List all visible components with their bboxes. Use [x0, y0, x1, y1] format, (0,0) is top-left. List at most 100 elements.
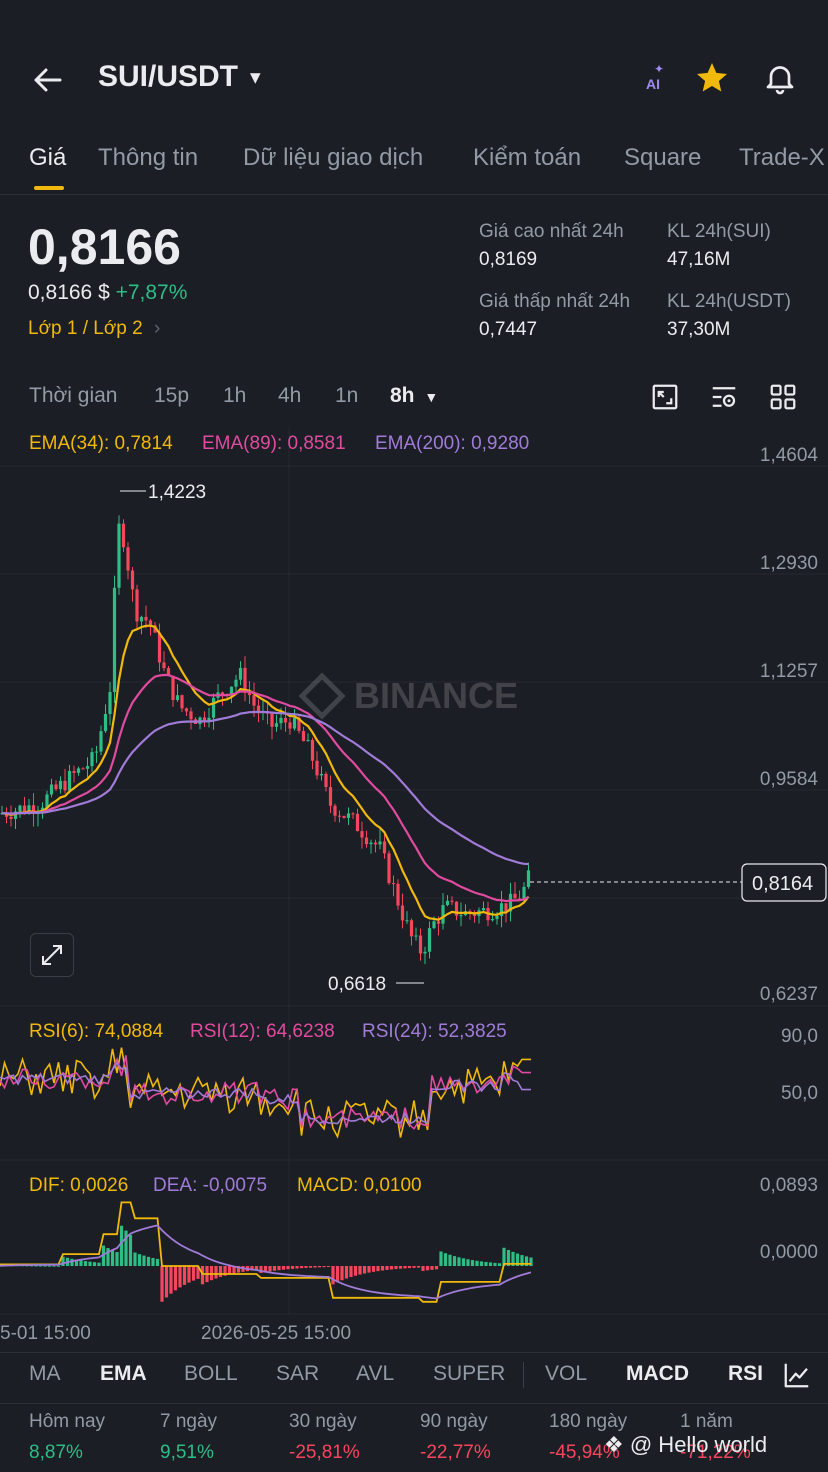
macd-histogram-bar [115, 1252, 119, 1266]
macd-histogram-bar [394, 1266, 398, 1270]
rsi-axis-90: 90,0 [781, 1026, 818, 1047]
candle-body [513, 893, 517, 899]
performance-value: 9,51% [160, 1442, 214, 1463]
ema34-label[interactable]: EMA(34): 0,7814 [29, 433, 173, 455]
macd-histogram-bar [88, 1261, 92, 1266]
macd-histogram-bar [488, 1262, 493, 1266]
ema-lines-group [1, 624, 530, 921]
candle-body [283, 717, 288, 723]
candle-body [324, 773, 328, 788]
macd-label[interactable]: MACD: 0,0100 [297, 1175, 422, 1197]
candle-body [436, 921, 441, 924]
price-axis-5: 0,6237 [759, 984, 818, 1005]
candle-body [180, 695, 184, 709]
macd-histogram-bar [443, 1253, 448, 1266]
candle-body [288, 722, 292, 729]
macd-histogram-bar [317, 1266, 322, 1268]
candle-body [99, 731, 103, 752]
macd-histogram-bar [79, 1260, 83, 1266]
candle-body [211, 697, 216, 718]
macd-histogram-bar [286, 1266, 290, 1270]
candle-body [378, 841, 382, 845]
candle-body [400, 905, 405, 921]
candle-body [54, 784, 58, 790]
indicator-tab-rsi[interactable]: RSI [728, 1362, 763, 1386]
macd-histogram-bar [277, 1266, 281, 1271]
candle-body [121, 523, 126, 548]
macd-histogram-bar [389, 1266, 394, 1270]
macd-histogram-bar [268, 1266, 272, 1272]
macd-histogram-bar [380, 1266, 385, 1271]
macd-histogram-bar [128, 1234, 133, 1266]
dea-label[interactable]: DEA: -0,0075 [153, 1175, 267, 1197]
indicator-settings-button[interactable] [782, 1360, 812, 1395]
macd-histogram-bar [349, 1266, 353, 1278]
macd-histogram-bar [439, 1251, 443, 1266]
binance-square-icon: ❖ [604, 1432, 624, 1457]
candle-body [112, 587, 117, 693]
macd-histogram-bar [403, 1266, 407, 1269]
macd-histogram-bar [313, 1266, 317, 1268]
macd-histogram-bar [119, 1225, 124, 1266]
macd-histogram-bar [272, 1266, 277, 1271]
macd-histogram-bar [56, 1265, 61, 1267]
performance-label: 7 ngày [160, 1411, 218, 1432]
macd-histogram-bar [151, 1257, 155, 1266]
candle-body [346, 813, 351, 818]
candle-body [292, 717, 297, 729]
macd-histogram-bar [457, 1257, 461, 1266]
macd-histogram-bar [200, 1266, 205, 1285]
indicator-tab-macd[interactable]: MACD [626, 1362, 689, 1386]
expand-chart-button[interactable] [30, 933, 74, 977]
indicator-tab-super[interactable]: SUPER [433, 1362, 505, 1386]
macd-histogram-bar [146, 1256, 151, 1266]
performance-label: Hôm nay [29, 1411, 106, 1432]
macd-histogram-bar [407, 1266, 412, 1269]
macd-histogram-bar [178, 1266, 182, 1288]
macd-histogram-bar [340, 1266, 344, 1281]
macd-histogram-bar [425, 1266, 430, 1271]
indicator-tab-ma[interactable]: MA [29, 1362, 61, 1386]
candle-body [481, 907, 486, 911]
candle-body [49, 784, 54, 795]
macd-histogram-bar [281, 1266, 286, 1270]
candle-body [130, 570, 135, 590]
ema89-label[interactable]: EMA(89): 0,8581 [202, 433, 346, 455]
performance-value: -22,77% [420, 1442, 491, 1463]
macd-histogram-bar [182, 1266, 187, 1285]
rsi24-label[interactable]: RSI(24): 52,3825 [362, 1021, 507, 1043]
indicator-tab-avl[interactable]: AVL [356, 1362, 394, 1386]
price-axis-2: 1,2930 [759, 553, 818, 574]
rsi6-label[interactable]: RSI(6): 74,0884 [29, 1021, 163, 1043]
dif-label[interactable]: DIF: 0,0026 [29, 1175, 128, 1197]
ema200-label[interactable]: EMA(200): 0,9280 [375, 433, 529, 455]
ema200-line [1, 710, 529, 866]
candle-body [81, 768, 85, 770]
candle-body [126, 547, 130, 571]
candle-body [18, 805, 22, 812]
macd-histogram-bar [191, 1266, 196, 1281]
indicator-tab-ema[interactable]: EMA [100, 1362, 147, 1386]
rsi12-label[interactable]: RSI(12): 64,6238 [190, 1021, 335, 1043]
macd-histogram-bar [371, 1266, 376, 1272]
indicator-tab-boll[interactable]: BOLL [184, 1362, 238, 1386]
candle-body [144, 616, 148, 621]
macd-histogram-bar [133, 1252, 137, 1266]
macd-group [0, 1201, 533, 1303]
low-marker: 0,6618 [328, 974, 386, 995]
indicator-tab-sar[interactable]: SAR [276, 1362, 319, 1386]
indicator-tab-vol[interactable]: VOL [545, 1362, 587, 1386]
macd-histogram-bar [475, 1260, 479, 1266]
candle-body [315, 760, 319, 776]
candle-body [58, 780, 63, 790]
performance-value: -25,81% [289, 1442, 360, 1463]
time-axis-1: 5-01 15:00 [0, 1323, 91, 1344]
indicator-tabs-divider [0, 1352, 828, 1353]
candle-body [409, 920, 414, 937]
candle-body [369, 842, 373, 845]
candle-body [306, 740, 310, 742]
macd-histogram-bar [142, 1255, 146, 1266]
candle-body [238, 667, 243, 680]
candle-body [342, 815, 346, 818]
candlestick-chart[interactable]: BINANCE 1,4223 0,6618 0,8164 [0, 0, 828, 1472]
